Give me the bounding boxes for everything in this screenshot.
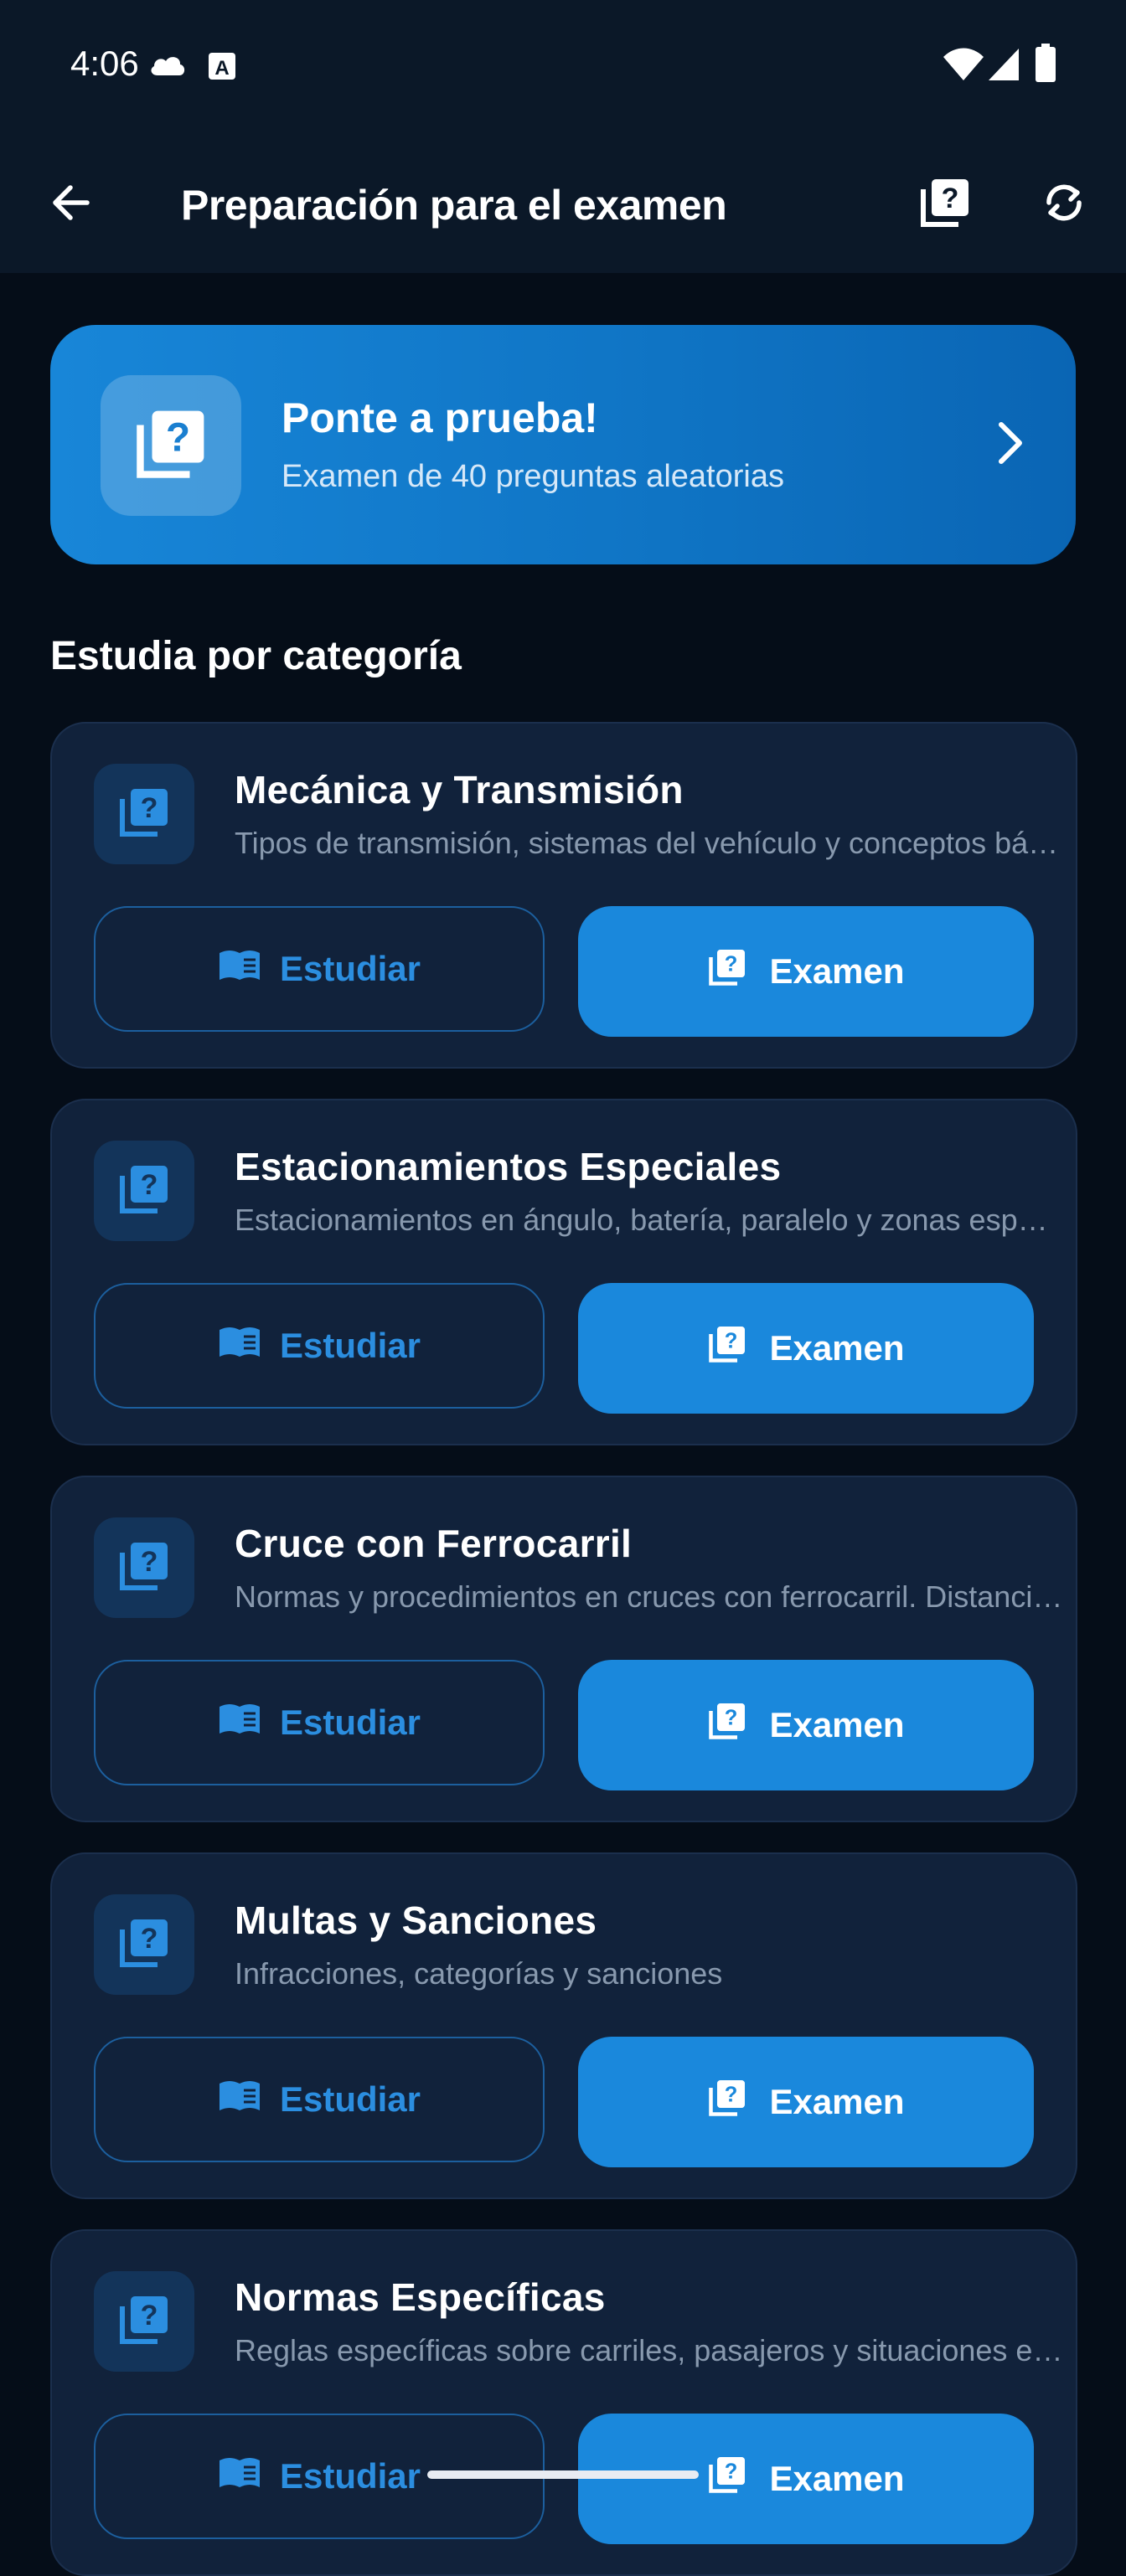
exam-button[interactable]: ? Examen — [578, 1283, 1034, 1414]
quiz-icon: ? — [117, 1539, 171, 1597]
svg-text:?: ? — [725, 2084, 738, 2107]
quiz-icon: ? — [117, 786, 171, 843]
quiz-icon: ? — [117, 2293, 171, 2351]
status-bar: 4:06 A — [0, 0, 1126, 134]
category-icon-box: ? — [94, 1141, 194, 1241]
category-icon-box: ? — [94, 764, 194, 864]
svg-text:?: ? — [166, 415, 190, 460]
exam-button-label: Examen — [769, 951, 905, 991]
category-description: Tipos de transmisión, sistemas del vehíc… — [235, 826, 1064, 860]
sync-icon — [1041, 179, 1087, 230]
app-bar: Preparación para el examen ? — [0, 134, 1126, 273]
study-button-label: Estudiar — [279, 1326, 421, 1365]
category-title: Estacionamientos Especiales — [235, 1145, 782, 1188]
study-button-label: Estudiar — [279, 2456, 421, 2496]
exam-button-label: Examen — [769, 2082, 905, 2121]
quiz-action-button[interactable]: ? — [912, 171, 979, 238]
quiz-icon: ? — [117, 1162, 171, 1220]
book-icon — [218, 1325, 261, 1367]
svg-text:?: ? — [141, 1169, 158, 1201]
quiz-icon: ? — [117, 1916, 171, 1974]
exam-button-label: Examen — [769, 1328, 905, 1368]
random-exam-card[interactable]: ? Ponte a prueba! Examen de 40 preguntas… — [50, 325, 1076, 564]
signal-icon — [987, 47, 1020, 86]
study-button[interactable]: Estudiar — [94, 906, 545, 1032]
category-card: ? Normas Específicas Reglas específicas so… — [50, 2229, 1077, 2576]
svg-text:?: ? — [725, 1707, 738, 1730]
exam-button[interactable]: ? Examen — [578, 906, 1034, 1037]
wifi-icon — [943, 47, 984, 86]
category-icon-box: ? — [94, 1894, 194, 1995]
hero-subtitle: Examen de 40 preguntas aleatorias — [282, 459, 784, 494]
book-icon — [218, 1702, 261, 1744]
study-button[interactable]: Estudiar — [94, 1283, 545, 1409]
study-button-label: Estudiar — [279, 2079, 421, 2119]
section-title: Estudia por categoría — [50, 634, 462, 678]
svg-text:A: A — [214, 57, 229, 80]
hero-icon-box: ? — [101, 375, 241, 516]
exam-button-label: Examen — [769, 1705, 905, 1744]
category-title: Cruce con Ferrocarril — [235, 1522, 633, 1565]
exam-button-label: Examen — [769, 2459, 905, 2498]
chevron-right-icon — [980, 414, 1039, 472]
svg-text:?: ? — [141, 792, 158, 824]
category-description: Normas y procedimientos en cruces con fe… — [235, 1579, 1064, 1614]
svg-text:?: ? — [141, 1546, 158, 1578]
category-card: ? Mecánica y Transmisión Tipos de transmis… — [50, 722, 1077, 1069]
study-button[interactable]: Estudiar — [94, 2037, 545, 2162]
category-title: Normas Específicas — [235, 2275, 606, 2319]
cloud-icon — [147, 50, 188, 81]
arrow-left-icon — [49, 181, 92, 229]
svg-text:?: ? — [725, 2460, 738, 2484]
category-icon-box: ? — [94, 2271, 194, 2372]
quiz-icon: ? — [707, 947, 747, 996]
category-description: Reglas específicas sobre carriles, pasaj… — [235, 2333, 1064, 2367]
category-title: Mecánica y Transmisión — [235, 768, 684, 811]
app-a-icon: A — [208, 52, 236, 85]
category-description: Infracciones, categorías y sanciones — [235, 1956, 723, 1991]
quiz-icon: ? — [707, 2078, 747, 2126]
book-icon — [218, 2079, 261, 2120]
book-icon — [218, 2455, 261, 2497]
svg-text:?: ? — [141, 2300, 158, 2331]
category-title: Multas y Sanciones — [235, 1899, 597, 1942]
home-indicator[interactable] — [427, 2470, 699, 2479]
quiz-icon: ? — [918, 176, 972, 234]
svg-text:?: ? — [942, 183, 959, 214]
study-button[interactable]: Estudiar — [94, 1660, 545, 1785]
quiz-icon: ? — [707, 1324, 747, 1373]
category-card: ? Multas y Sanciones Infracciones, categor… — [50, 1852, 1077, 2199]
book-icon — [218, 948, 261, 990]
quiz-icon: ? — [707, 1701, 747, 1749]
category-description: Estacionamientos en ángulo, batería, par… — [235, 1203, 1064, 1237]
hero-title: Ponte a prueba! — [282, 394, 598, 441]
exam-button[interactable]: ? Examen — [578, 2414, 1034, 2544]
study-button-label: Estudiar — [279, 949, 421, 988]
quiz-icon: ? — [707, 2455, 747, 2503]
battery-icon — [1036, 44, 1056, 86]
page-title: Preparación para el examen — [181, 182, 727, 229]
svg-text:?: ? — [725, 1330, 738, 1353]
back-button[interactable] — [37, 171, 104, 238]
category-card: ? Estacionamientos Especiales Estacionamie… — [50, 1099, 1077, 1445]
category-icon-box: ? — [94, 1517, 194, 1618]
sync-button[interactable] — [1030, 171, 1098, 238]
svg-text:?: ? — [141, 1923, 158, 1955]
status-time: 4:06 — [70, 44, 139, 83]
svg-text:?: ? — [725, 953, 738, 976]
category-card: ? Cruce con Ferrocarril Normas y procedimi… — [50, 1476, 1077, 1822]
exam-button[interactable]: ? Examen — [578, 2037, 1034, 2167]
exam-button[interactable]: ? Examen — [578, 1660, 1034, 1790]
study-button-label: Estudiar — [279, 1703, 421, 1742]
quiz-icon: ? — [133, 406, 209, 486]
